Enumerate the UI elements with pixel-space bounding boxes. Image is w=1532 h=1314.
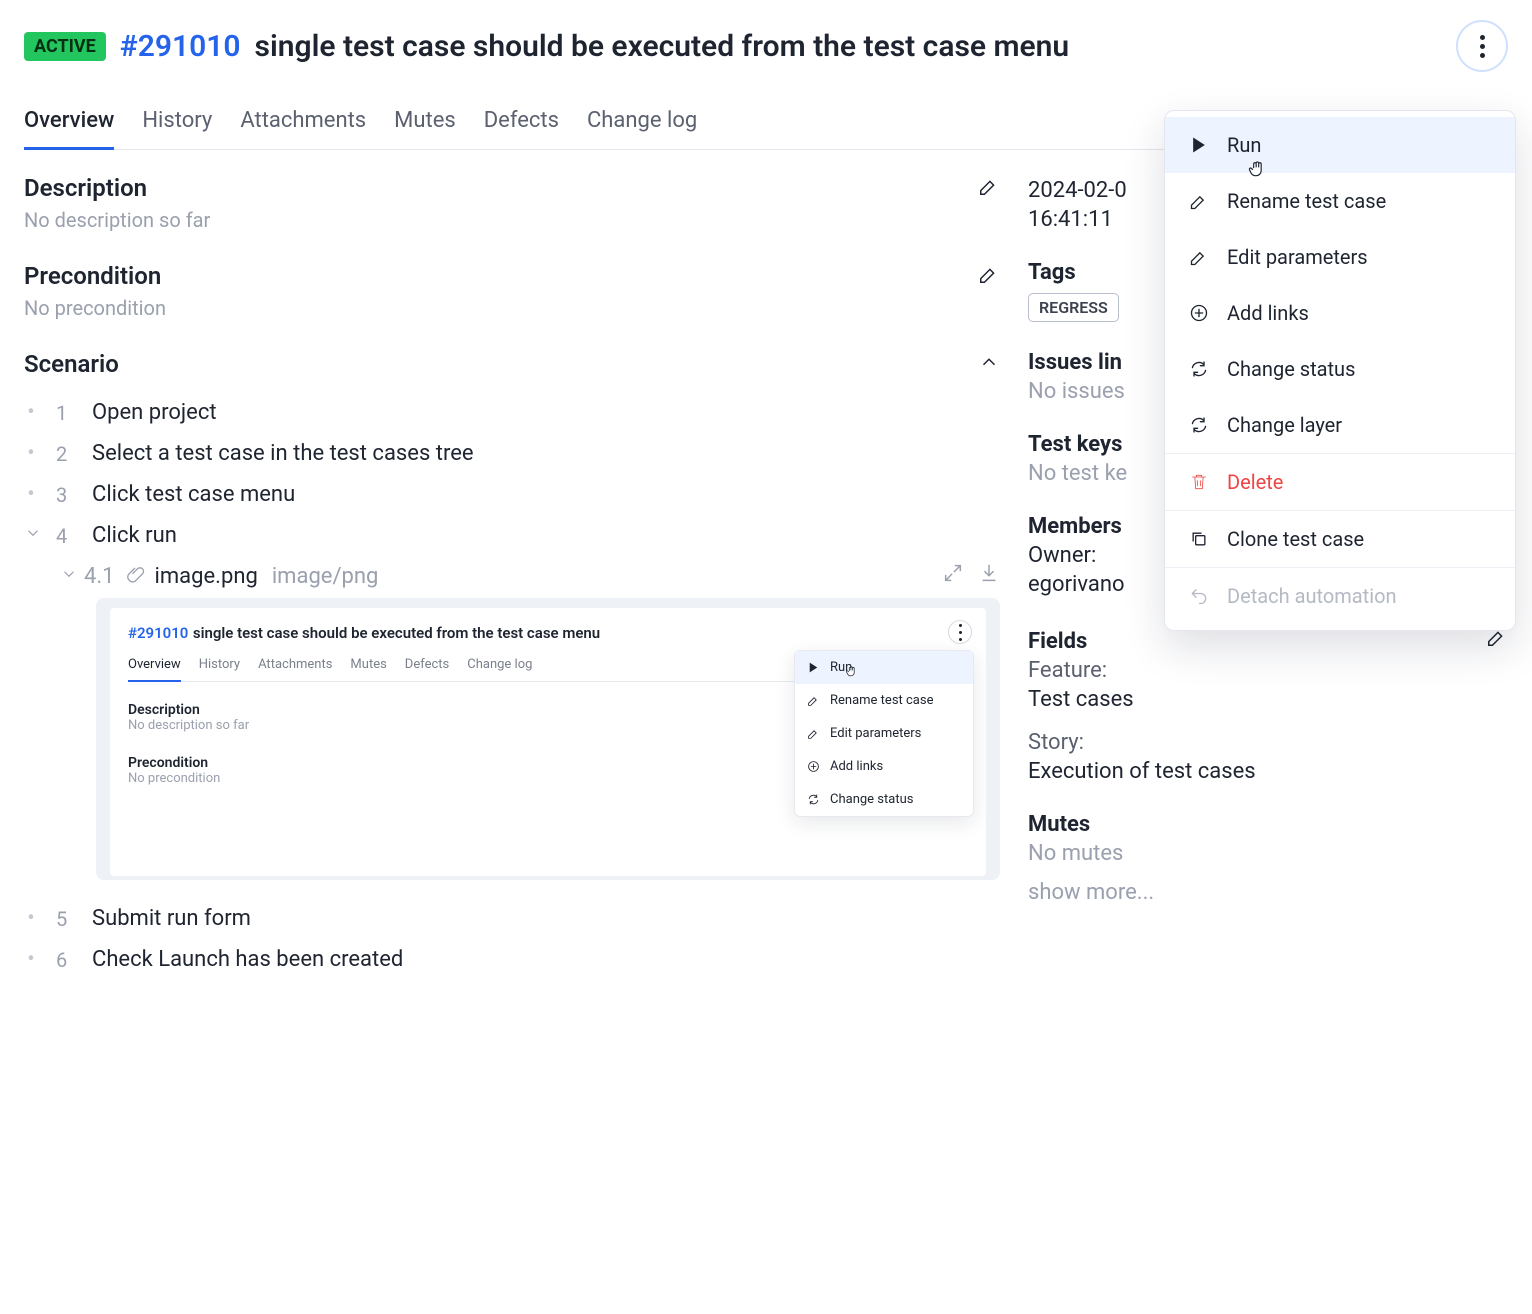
menu-run[interactable]: Run xyxy=(1165,117,1515,173)
attachment-row[interactable]: 4.1 image.png image/png xyxy=(24,556,1000,598)
refresh-icon xyxy=(1189,415,1209,435)
pencil-icon xyxy=(978,263,1000,285)
bullet-icon: • xyxy=(24,906,38,931)
menu-change-status[interactable]: Change status xyxy=(1165,341,1515,397)
menu-delete[interactable]: Delete xyxy=(1165,453,1515,510)
step-text: Open project xyxy=(92,400,217,425)
step-number: 1 xyxy=(56,401,74,425)
menu-rename[interactable]: Rename test case xyxy=(1165,173,1515,229)
feature-value: Test cases xyxy=(1028,687,1508,712)
tag-chip[interactable]: REGRESS xyxy=(1028,293,1119,322)
scenario-step[interactable]: • 6 Check Launch has been created xyxy=(24,939,1000,980)
pencil-icon xyxy=(978,175,1000,197)
menu-clone[interactable]: Clone test case xyxy=(1165,510,1515,567)
edit-description-button[interactable] xyxy=(978,175,1000,202)
refresh-icon xyxy=(1189,359,1209,379)
scenario-step[interactable]: • 2 Select a test case in the test cases… xyxy=(24,433,1000,474)
bullet-icon: • xyxy=(24,441,38,466)
test-case-title: single test case should be executed from… xyxy=(255,29,1070,64)
step-number: 3 xyxy=(56,483,74,507)
thumb-title: single test case should be executed from… xyxy=(193,624,600,642)
bullet-icon: • xyxy=(24,947,38,972)
step-text: Submit run form xyxy=(92,906,251,931)
edit-precondition-button[interactable] xyxy=(978,263,1000,290)
description-placeholder: No description so far xyxy=(24,208,1000,232)
mutes-heading: Mutes xyxy=(1028,812,1508,837)
step-number: 5 xyxy=(56,907,74,931)
expand-attachment-button[interactable] xyxy=(942,562,964,590)
plus-circle-icon xyxy=(1189,303,1209,323)
thumb-id: #291010 xyxy=(128,624,188,642)
precondition-placeholder: No precondition xyxy=(24,296,1000,320)
scenario-heading: Scenario xyxy=(24,350,119,378)
attachment-preview: #291010 single test case should be execu… xyxy=(96,598,1000,880)
paperclip-icon xyxy=(125,563,145,589)
bullet-icon: • xyxy=(24,482,38,507)
thumb-kebab-icon xyxy=(948,620,972,644)
step-text: Check Launch has been created xyxy=(92,947,403,972)
attachment-mime: image/png xyxy=(272,564,379,589)
scenario-step[interactable]: • 1 Open project xyxy=(24,392,1000,433)
menu-add-links[interactable]: Add links xyxy=(1165,285,1515,341)
tab-overview[interactable]: Overview xyxy=(24,100,114,150)
bullet-icon: • xyxy=(24,400,38,425)
show-more-link[interactable]: show more... xyxy=(1028,880,1508,905)
step-text: Select a test case in the test cases tre… xyxy=(92,441,474,466)
story-value: Execution of test cases xyxy=(1028,759,1508,784)
collapse-scenario-button[interactable] xyxy=(978,351,1000,378)
menu-detach-automation: Detach automation xyxy=(1165,567,1515,624)
cursor-hand-icon xyxy=(1247,159,1267,179)
play-icon xyxy=(1189,135,1209,155)
feature-label: Feature: xyxy=(1028,658,1508,683)
test-case-id[interactable]: #291010 xyxy=(120,29,241,64)
fields-heading: Fields xyxy=(1028,629,1087,654)
step-text: Click run xyxy=(92,523,177,548)
kebab-icon xyxy=(1480,35,1485,58)
scenario-step[interactable]: • 3 Click test case menu xyxy=(24,474,1000,515)
description-heading: Description xyxy=(24,174,147,202)
status-badge: ACTIVE xyxy=(24,32,106,61)
story-label: Story: xyxy=(1028,730,1508,755)
context-menu: Run Rename test case Edit parameters Add… xyxy=(1164,110,1516,631)
undo-icon xyxy=(1189,586,1209,606)
mutes-placeholder: No mutes xyxy=(1028,841,1508,866)
chevron-down-icon[interactable] xyxy=(24,524,38,547)
expand-icon xyxy=(942,562,964,584)
thumb-menu: Run Rename test case Edit parameters Add… xyxy=(794,650,974,817)
download-icon xyxy=(978,562,1000,584)
chevron-down-icon[interactable] xyxy=(60,564,74,589)
step-number: 2 xyxy=(56,442,74,466)
attachment-filename: image.png xyxy=(155,564,258,589)
download-attachment-button[interactable] xyxy=(978,562,1000,590)
step-number: 6 xyxy=(56,948,74,972)
tab-attachments[interactable]: Attachments xyxy=(240,100,366,149)
tab-mutes[interactable]: Mutes xyxy=(394,100,456,149)
tab-history[interactable]: History xyxy=(142,100,212,149)
step-text: Click test case menu xyxy=(92,482,295,507)
menu-edit-parameters[interactable]: Edit parameters xyxy=(1165,229,1515,285)
scenario-step[interactable]: 4 Click run xyxy=(24,515,1000,556)
step-number: 4 xyxy=(56,524,74,548)
chevron-up-icon xyxy=(978,351,1000,373)
precondition-heading: Precondition xyxy=(24,262,161,290)
pencil-icon xyxy=(1189,247,1209,267)
scenario-step[interactable]: • 5 Submit run form xyxy=(24,898,1000,939)
tab-changelog[interactable]: Change log xyxy=(587,100,697,149)
attachment-index: 4.1 xyxy=(84,564,115,589)
trash-icon xyxy=(1189,472,1209,492)
copy-icon xyxy=(1189,529,1209,549)
tab-defects[interactable]: Defects xyxy=(484,100,559,149)
pencil-icon xyxy=(1189,191,1209,211)
menu-change-layer[interactable]: Change layer xyxy=(1165,397,1515,453)
kebab-menu-button[interactable] xyxy=(1456,20,1508,72)
